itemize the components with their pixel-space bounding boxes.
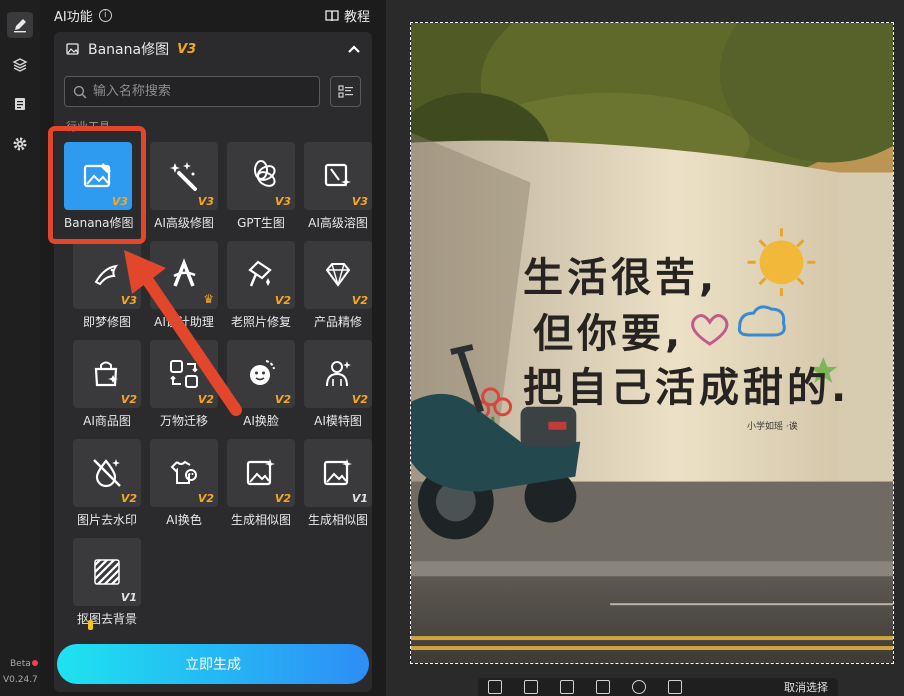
- version-badge: V3: [197, 195, 214, 208]
- search-input[interactable]: [92, 84, 311, 99]
- tool-label: 生成相似图: [307, 513, 368, 527]
- version-badge: V2: [274, 393, 291, 406]
- chevron-up-icon[interactable]: [348, 44, 360, 54]
- model-icon: [326, 361, 351, 387]
- info-icon[interactable]: i: [98, 8, 112, 22]
- tool-label: 产品精修: [313, 315, 362, 329]
- tool-label: GPT生图: [237, 216, 285, 230]
- wall-signature: 小学如瑶 ·诶: [747, 422, 798, 432]
- selection-highlight-frame: [48, 126, 146, 244]
- tool-ai-recolor[interactable]: V2 AI换色: [150, 439, 218, 528]
- pen-icon: [14, 19, 26, 33]
- tool-label: AI模特图: [314, 414, 362, 428]
- canvas-area: 生活很苦, 但你要, 把自己活成甜的. 小学如瑶 ·诶 取消选择: [386, 0, 904, 696]
- search-field[interactable]: [64, 76, 320, 107]
- tool-ai-advanced-edit[interactable]: V3 AI高级修图: [150, 142, 218, 231]
- layers-icon: [12, 58, 28, 72]
- search-icon: [73, 85, 87, 98]
- blend-sparkle-icon: [324, 163, 351, 187]
- similar-image-icon: [323, 459, 352, 486]
- tool-label: 图片去水印: [76, 513, 137, 527]
- version-badge: V2: [351, 393, 368, 406]
- brush-tool-icon[interactable]: [488, 680, 502, 694]
- photo-restore-icon: [248, 260, 272, 287]
- face-swap-icon: [250, 360, 275, 385]
- version-badge: V2: [120, 492, 137, 505]
- tool-cutout-background[interactable]: V1 抠图去背景: [73, 538, 141, 627]
- version-badge: V3: [351, 195, 368, 208]
- tool-label: AI高级修图: [154, 216, 214, 230]
- canvas-image[interactable]: 生活很苦, 但你要, 把自己活成甜的. 小学如瑶 ·诶: [410, 22, 894, 664]
- wall-text-line-2: 但你要,: [533, 311, 685, 357]
- remove-watermark-icon: [93, 459, 121, 488]
- marquee-tool-icon[interactable]: [560, 680, 574, 694]
- tool-product-retouch[interactable]: V2 产品精修: [304, 241, 372, 330]
- wall-text-line-1: 生活很苦,: [523, 255, 719, 301]
- canvas-toolbar: 取消选择: [478, 678, 838, 696]
- tool-label: AI高级溶图: [308, 216, 368, 230]
- tutorial-link[interactable]: 教程: [325, 6, 370, 25]
- gpt-knot-icon: [254, 160, 276, 187]
- edit-tool-button[interactable]: [7, 12, 33, 38]
- section-header[interactable]: Banana修图 V3: [54, 32, 372, 66]
- layers-button[interactable]: [7, 52, 33, 78]
- arrow-tool-icon[interactable]: [668, 680, 682, 694]
- beta-notification-dot: [32, 660, 38, 666]
- magic-wand-icon: [170, 162, 197, 191]
- left-rail: Beta V0.24.7: [0, 0, 40, 696]
- annotation-arrow: [124, 250, 242, 416]
- list-icon: [337, 84, 353, 98]
- book-icon: [325, 9, 339, 21]
- version-label: V0.24.7: [3, 675, 38, 685]
- diamond-icon: [325, 263, 351, 287]
- similar-image-icon: [246, 459, 275, 486]
- contrast-tool-icon[interactable]: [632, 680, 646, 694]
- history-button[interactable]: [7, 91, 33, 117]
- tool-gpt-image[interactable]: V3 GPT生图: [227, 142, 295, 231]
- recolor-shirt-icon: [170, 460, 197, 484]
- version-badge: V2: [351, 294, 368, 307]
- cancel-selection-button[interactable]: 取消选择: [784, 679, 828, 695]
- cutout-icon: [94, 559, 120, 585]
- tool-label: 抠图去背景: [76, 612, 137, 626]
- gear-icon: [13, 137, 27, 151]
- tool-generate-similar-v1[interactable]: V1 生成相似图: [304, 439, 372, 528]
- section-version: V3: [177, 41, 197, 57]
- tool-ai-advanced-blend[interactable]: V3 AI高级溶图: [304, 142, 372, 231]
- tool-generate-similar-v2[interactable]: V2 生成相似图: [227, 439, 295, 528]
- generate-now-button[interactable]: 立即生成: [57, 644, 369, 684]
- tutorial-label: 教程: [343, 10, 370, 25]
- tool-remove-watermark[interactable]: V2 图片去水印: [73, 439, 141, 528]
- version-badge: V2: [197, 492, 214, 505]
- version-badge: V3: [274, 195, 291, 208]
- document-icon: [15, 98, 25, 110]
- wall-text-line-3: 把自己活成甜的.: [523, 365, 851, 411]
- tool-label: AI换色: [166, 513, 202, 527]
- version-badge: V1: [120, 591, 137, 604]
- tool-ai-model-image[interactable]: V2 AI模特图: [304, 340, 372, 429]
- person-tool-icon[interactable]: [596, 680, 610, 694]
- panel-header: AI功能 i: [54, 6, 112, 25]
- version-badge: V2: [274, 294, 291, 307]
- settings-button[interactable]: [7, 131, 33, 157]
- beta-label: Beta: [10, 659, 31, 669]
- section-title: Banana修图: [88, 42, 170, 58]
- panel-title: AI功能: [54, 9, 93, 25]
- image-edit-icon: [66, 43, 79, 55]
- list-view-button[interactable]: [330, 76, 361, 107]
- scroll-indicator-left: [88, 620, 93, 630]
- tool-label: 生成相似图: [230, 513, 291, 527]
- select-tool-icon[interactable]: [524, 680, 538, 694]
- version-badge: V1: [351, 492, 368, 505]
- version-badge: V2: [274, 492, 291, 505]
